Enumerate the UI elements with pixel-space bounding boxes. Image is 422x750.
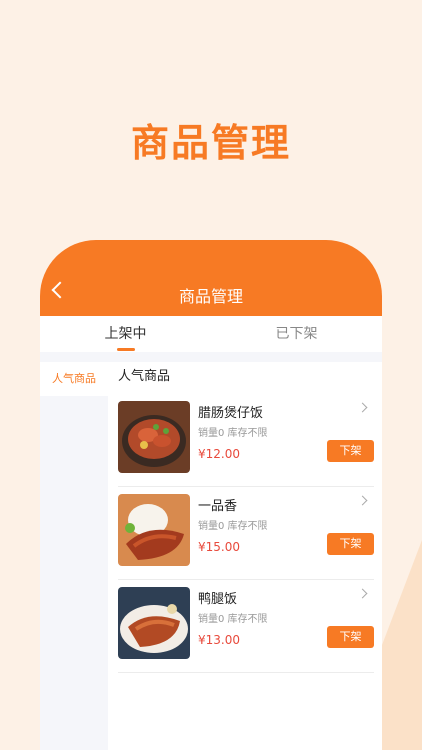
delist-button[interactable]: 下架 [327,533,374,555]
phone-frame: 商品管理 上架中 已下架 人气商品 人气商品 腊肠煲仔饭 销量0 库存不限 ¥1… [40,240,382,750]
tab-on-shelf[interactable]: 上架中 [40,316,211,352]
tab-divider-strip [40,352,382,362]
product-price: ¥15.00 [198,540,240,554]
category-sidebar: 人气商品 [40,362,108,750]
content-area: 人气商品 人气商品 腊肠煲仔饭 销量0 库存不限 ¥12.00 下架 一品香 销… [40,362,382,750]
delist-button[interactable]: 下架 [327,626,374,648]
tab-off-shelf[interactable]: 已下架 [211,316,382,352]
chevron-right-icon[interactable] [357,588,368,599]
delist-button[interactable]: 下架 [327,440,374,462]
product-item[interactable]: 腊肠煲仔饭 销量0 库存不限 ¥12.00 下架 [118,394,374,487]
chevron-right-icon[interactable] [357,402,368,413]
product-item[interactable]: 鸭腿饭 销量0 库存不限 ¥13.00 下架 [118,580,374,673]
chevron-right-icon[interactable] [357,495,368,506]
product-image-duck-leg-rice [118,587,190,659]
product-name: 一品香 [198,499,238,514]
sidebar-item-popular[interactable]: 人气商品 [40,362,108,396]
product-name: 鸭腿饭 [198,592,238,607]
product-image-claypot-rice [118,401,190,473]
section-title: 人气商品 [118,369,171,384]
product-meta: 销量0 库存不限 [198,521,268,532]
product-item[interactable]: 一品香 销量0 库存不限 ¥15.00 下架 [118,487,374,580]
hero-title: 商品管理 [130,121,291,165]
product-list: 人气商品 腊肠煲仔饭 销量0 库存不限 ¥12.00 下架 一品香 销量0 库存… [108,362,382,750]
product-price: ¥13.00 [198,633,240,647]
nav-bar: 商品管理 [40,240,382,316]
product-price: ¥12.00 [198,447,240,461]
product-image-roast-meat [118,494,190,566]
tab-bar: 上架中 已下架 [40,316,382,352]
product-meta: 销量0 库存不限 [198,614,268,625]
product-name: 腊肠煲仔饭 [198,406,264,421]
product-meta: 销量0 库存不限 [198,428,268,439]
nav-title: 商品管理 [178,287,243,306]
